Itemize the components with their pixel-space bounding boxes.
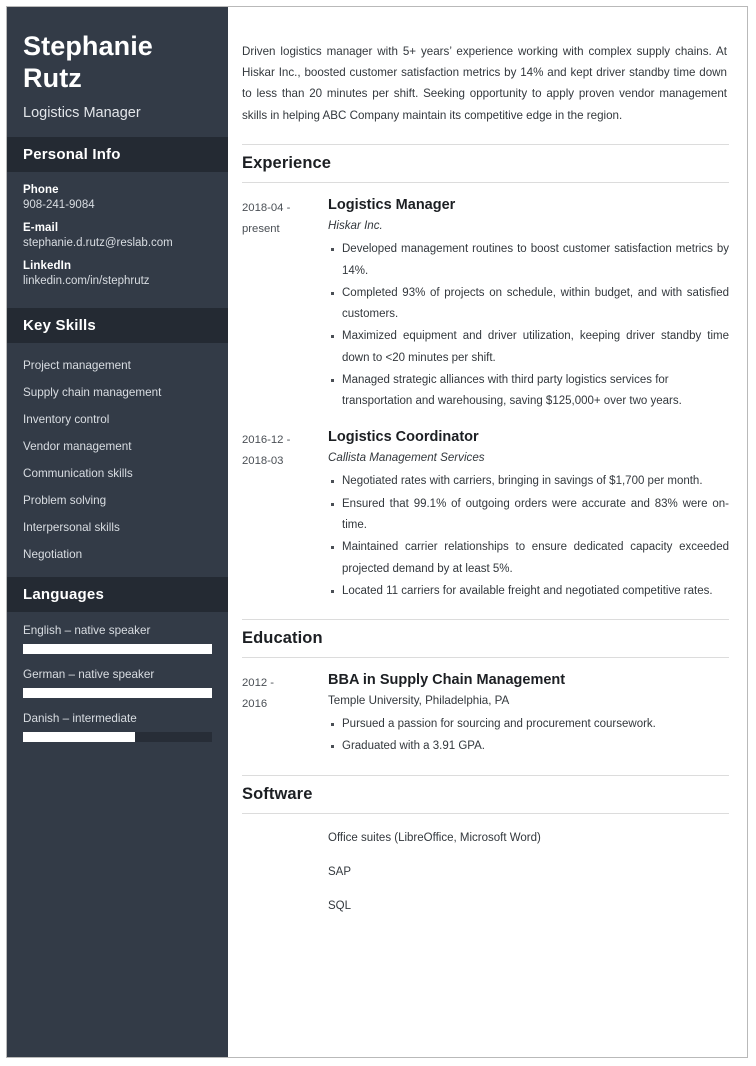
- entry-date-range: 2018-04 - present: [242, 197, 328, 413]
- entry-date-start: 2018-04 -: [242, 202, 291, 215]
- name-block: Stephanie Rutz Logistics Manager: [7, 7, 228, 137]
- section-education: Education 2012 - 2016 BBA in Supply Chai…: [242, 619, 729, 759]
- entry-role: Logistics Manager: [328, 197, 456, 214]
- language-item: English – native speaker: [23, 624, 212, 654]
- key-skills-list: Project management Supply chain manageme…: [7, 343, 228, 577]
- software-list: Office suites (LibreOffice, Microsoft Wo…: [328, 828, 541, 931]
- entry-body: Logistics Coordinator Callista Managemen…: [328, 429, 729, 603]
- skill-item: Problem solving: [23, 493, 107, 507]
- entry-bullet: Maximized equipment and driver utilizati…: [328, 326, 729, 369]
- resume-page: Stephanie Rutz Logistics Manager Persona…: [6, 6, 748, 1058]
- languages-list: English – native speaker German – native…: [7, 612, 228, 766]
- entry-bullet-list: Pursued a passion for sourcing and procu…: [328, 714, 729, 758]
- entry-bullet: Completed 93% of projects on schedule, w…: [328, 283, 729, 326]
- language-label: English – native speaker: [23, 623, 151, 637]
- entry-date-end: 2018-03: [242, 455, 284, 468]
- software-item: SAP: [328, 865, 352, 878]
- entry-organization: Callista Management Services: [328, 451, 485, 465]
- entry-date-end: 2016: [242, 697, 268, 710]
- language-level-bar: [23, 731, 212, 742]
- entry-body: BBA in Supply Chain Management Temple Un…: [328, 672, 729, 759]
- entry-date-range: 2012 - 2016: [242, 672, 328, 759]
- language-item: German – native speaker: [23, 668, 212, 698]
- language-level-bar: [23, 643, 212, 654]
- entry-bullet: Ensured that 99.1% of outgoing orders we…: [328, 494, 729, 537]
- entry-date-range: 2016-12 - 2018-03: [242, 429, 328, 603]
- language-label: Danish – intermediate: [23, 711, 137, 725]
- language-level-fill: [23, 643, 212, 654]
- language-item: Danish – intermediate: [23, 712, 212, 742]
- language-level-bar: [23, 687, 212, 698]
- candidate-name: Stephanie Rutz: [23, 31, 153, 93]
- contact-label: E-mail: [23, 221, 59, 234]
- skill-item: Project management: [23, 358, 131, 372]
- section-software: Software Office suites (LibreOffice, Mic…: [242, 774, 729, 931]
- entry-organization: Hiskar Inc.: [328, 219, 383, 233]
- candidate-job-title: Logistics Manager: [23, 104, 141, 121]
- skill-item: Inventory control: [23, 412, 110, 426]
- skill-item: Supply chain management: [23, 385, 162, 399]
- entry-school: Temple University, Philadelphia, PA: [328, 694, 510, 708]
- software-row: Office suites (LibreOffice, Microsoft Wo…: [242, 828, 729, 931]
- software-gutter: [242, 828, 328, 931]
- entry-bullet: Graduated with a 3.91 GPA.: [328, 736, 729, 757]
- skill-item: Vendor management: [23, 439, 132, 453]
- entry-date-start: 2016-12 -: [242, 434, 291, 447]
- contact-value-email[interactable]: stephanie.d.rutz@reslab.com: [23, 237, 212, 249]
- entry-bullet-list: Negotiated rates with carriers, bringing…: [328, 471, 729, 602]
- contact-value-linkedin[interactable]: linkedin.com/in/stephrutz: [23, 275, 212, 287]
- entry-bullet: Pursued a passion for sourcing and procu…: [328, 714, 729, 735]
- contact-label: LinkedIn: [23, 259, 72, 272]
- entry-bullet-list: Developed management routines to boost c…: [328, 239, 729, 412]
- experience-entry: 2016-12 - 2018-03 Logistics Coordinator …: [242, 429, 729, 603]
- entry-body: Logistics Manager Hiskar Inc. Developed …: [328, 197, 729, 413]
- entry-bullet: Developed management routines to boost c…: [328, 239, 729, 282]
- experience-entry: 2018-04 - present Logistics Manager Hisk…: [242, 197, 729, 413]
- entry-date-end: present: [242, 223, 280, 236]
- software-item: SQL: [328, 900, 352, 913]
- entry-bullet: Located 11 carriers for available freigh…: [328, 581, 729, 602]
- entry-degree: BBA in Supply Chain Management: [328, 672, 566, 689]
- personal-info-heading: Personal Info: [7, 136, 228, 172]
- entry-role: Logistics Coordinator: [328, 429, 479, 446]
- contact-label: Phone: [23, 183, 59, 196]
- entry-bullet: Maintained carrier relationships to ensu…: [328, 537, 729, 580]
- skill-item: Negotiation: [23, 547, 83, 561]
- sidebar: Stephanie Rutz Logistics Manager Persona…: [7, 7, 228, 1057]
- entry-bullet: Negotiated rates with carriers, bringing…: [328, 471, 729, 492]
- skill-item: Interpersonal skills: [23, 520, 120, 534]
- language-level-fill: [23, 731, 135, 742]
- entry-bullet: Managed strategic alliances with third p…: [328, 370, 729, 413]
- experience-heading: Experience: [242, 144, 729, 184]
- education-entry: 2012 - 2016 BBA in Supply Chain Manageme…: [242, 672, 729, 759]
- contact-item-linkedin: LinkedIn linkedin.com/in/stephrutz: [23, 260, 212, 287]
- software-item: Office suites (LibreOffice, Microsoft Wo…: [328, 831, 541, 844]
- software-heading: Software: [242, 774, 729, 814]
- contact-value-phone[interactable]: 908-241-9084: [23, 199, 212, 211]
- contact-item-phone: Phone 908-241-9084: [23, 184, 212, 211]
- language-level-fill: [23, 687, 212, 698]
- section-experience: Experience 2018-04 - present Logistics M…: [242, 144, 729, 603]
- entry-date-start: 2012 -: [242, 677, 275, 690]
- languages-heading: Languages: [7, 576, 228, 612]
- professional-summary: Driven logistics manager with 5+ years’ …: [242, 44, 727, 122]
- key-skills-heading: Key Skills: [7, 307, 228, 343]
- contact-item-email: E-mail stephanie.d.rutz@reslab.com: [23, 222, 212, 249]
- main-content: Driven logistics manager with 5+ years’ …: [228, 7, 747, 1057]
- education-heading: Education: [242, 619, 729, 659]
- skill-item: Communication skills: [23, 466, 133, 480]
- personal-info-list: Phone 908-241-9084 E-mail stephanie.d.ru…: [7, 172, 228, 308]
- language-label: German – native speaker: [23, 667, 155, 681]
